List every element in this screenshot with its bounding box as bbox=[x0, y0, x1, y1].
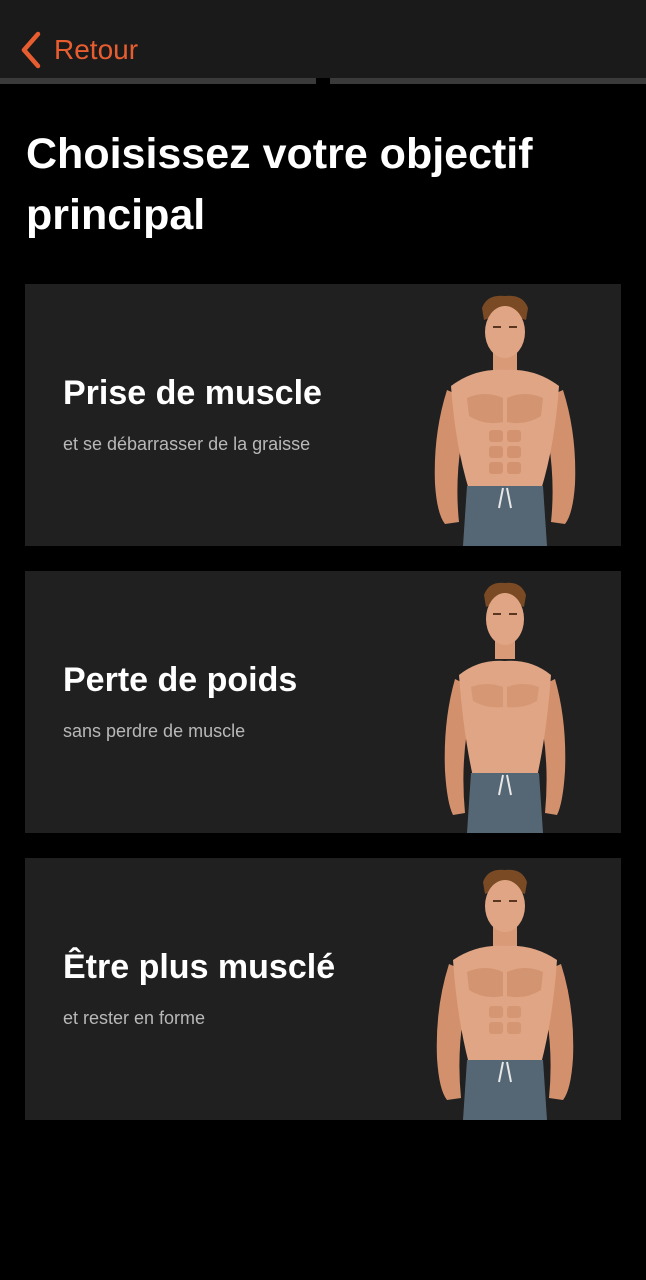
goal-subtitle: et rester en forme bbox=[63, 1008, 206, 1028]
step-progress bbox=[0, 78, 646, 84]
muscular-man-illustration bbox=[436, 869, 574, 1120]
goal-card-more-muscular[interactable]: Être plus musclé et rester en forme bbox=[25, 858, 621, 1120]
fit-man-illustration bbox=[444, 582, 566, 833]
chevron-left-icon bbox=[21, 31, 41, 69]
page-title: Choisissez votre objectif principal bbox=[26, 130, 533, 239]
muscular-man-illustration bbox=[434, 295, 576, 546]
back-button[interactable]: Retour bbox=[18, 28, 138, 72]
goal-title: Être plus musclé bbox=[63, 948, 336, 986]
progress-step-1 bbox=[0, 78, 316, 84]
goal-subtitle: sans perdre de muscle bbox=[63, 721, 246, 741]
goal-card-muscle-gain[interactable]: Prise de muscle et se débarrasser de la … bbox=[25, 284, 621, 546]
goal-title: Prise de muscle bbox=[63, 374, 322, 412]
top-bar: Retour bbox=[0, 0, 646, 78]
goal-card-weight-loss[interactable]: Perte de poids sans perdre de muscle bbox=[25, 571, 621, 833]
goal-title: Perte de poids bbox=[63, 661, 298, 699]
back-label: Retour bbox=[54, 34, 139, 65]
goal-subtitle: et se débarrasser de la graisse bbox=[63, 434, 311, 454]
progress-step-2 bbox=[330, 78, 646, 84]
